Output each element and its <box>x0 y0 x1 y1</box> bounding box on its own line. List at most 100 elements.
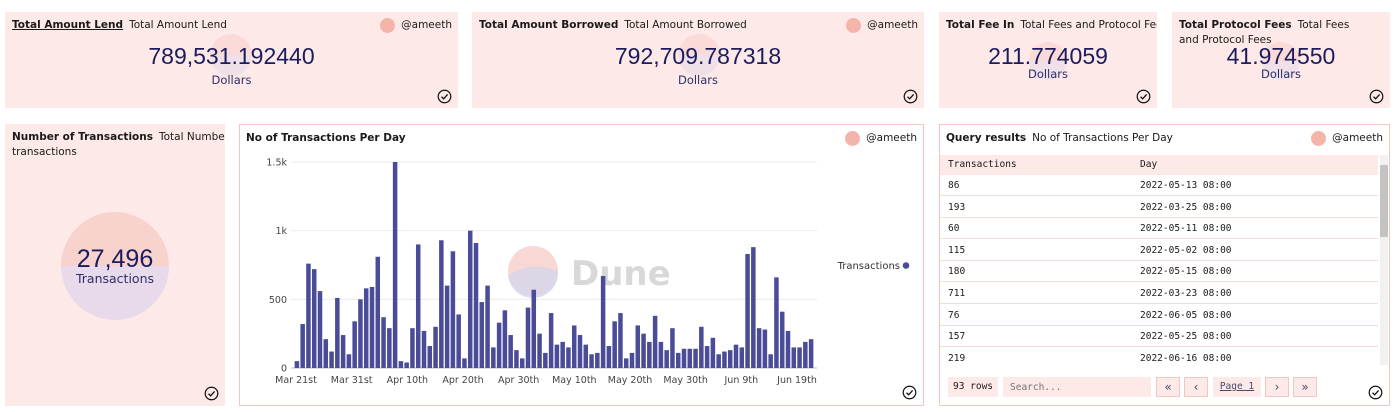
bar[interactable] <box>566 347 571 368</box>
bar[interactable] <box>791 347 797 368</box>
bar[interactable] <box>294 361 300 368</box>
check-circle-icon[interactable] <box>437 89 452 104</box>
bar[interactable] <box>675 352 681 368</box>
bar[interactable] <box>543 352 548 368</box>
next-page-button[interactable]: › <box>1265 377 1289 397</box>
bar[interactable] <box>658 341 664 368</box>
bar[interactable] <box>623 358 629 368</box>
bar[interactable] <box>768 354 773 368</box>
table-row[interactable]: 76 2022-06-05 08:00 <box>940 305 1378 326</box>
bar[interactable] <box>774 277 779 368</box>
bar[interactable] <box>808 339 814 368</box>
bar[interactable] <box>462 358 467 368</box>
bar[interactable] <box>733 344 739 368</box>
legend-label[interactable]: Transactions <box>837 261 900 272</box>
bar[interactable] <box>571 325 577 368</box>
column-header-transactions[interactable]: Transactions <box>948 155 1017 175</box>
table-row[interactable]: 193 2022-03-25 08:00 <box>940 197 1378 218</box>
scrollbar-thumb[interactable] <box>1380 165 1388 237</box>
bar[interactable] <box>358 299 363 368</box>
bar[interactable] <box>537 333 542 368</box>
bar[interactable] <box>727 350 733 368</box>
bar[interactable] <box>375 256 381 368</box>
bar[interactable] <box>329 351 334 368</box>
author-badge[interactable]: @ameeth <box>380 17 452 33</box>
bar[interactable] <box>704 346 710 368</box>
card-title-link[interactable]: Total Protocol Fees <box>1179 19 1292 31</box>
bar[interactable] <box>456 314 461 368</box>
bar[interactable] <box>745 254 750 368</box>
bar[interactable] <box>618 313 623 368</box>
bar[interactable] <box>525 307 531 368</box>
bar[interactable] <box>335 297 340 368</box>
bar[interactable] <box>491 347 496 368</box>
bar[interactable] <box>398 361 404 368</box>
bar[interactable] <box>450 251 456 368</box>
bar[interactable] <box>519 358 525 368</box>
check-circle-icon[interactable] <box>902 385 917 400</box>
bar[interactable] <box>496 322 502 368</box>
bar[interactable] <box>317 291 323 368</box>
check-circle-icon[interactable] <box>204 386 219 401</box>
bar[interactable] <box>577 335 583 368</box>
bar[interactable] <box>421 330 427 368</box>
bar[interactable] <box>693 348 698 368</box>
bar[interactable] <box>363 288 369 368</box>
bar[interactable] <box>710 337 716 368</box>
bar[interactable] <box>612 321 617 368</box>
bar[interactable] <box>779 311 785 368</box>
bar[interactable] <box>785 330 791 368</box>
author-badge[interactable]: @ameeth <box>846 17 918 33</box>
bar[interactable] <box>300 324 305 368</box>
bar[interactable] <box>647 341 652 368</box>
bar[interactable] <box>554 344 560 368</box>
bar[interactable] <box>803 341 808 368</box>
table-row[interactable]: 711 2022-03-23 08:00 <box>940 283 1378 304</box>
bar[interactable] <box>502 310 508 368</box>
table-row[interactable]: 219 2022-06-16 08:00 <box>940 348 1378 369</box>
table-scrollbar[interactable] <box>1380 155 1388 365</box>
bar[interactable] <box>485 285 490 368</box>
table-row[interactable]: 86 2022-05-13 08:00 <box>940 175 1378 196</box>
bar[interactable] <box>508 335 513 368</box>
bar[interactable] <box>479 302 485 368</box>
bar[interactable] <box>681 348 687 368</box>
card-title-link[interactable]: Total Fee In <box>946 19 1014 31</box>
bar[interactable] <box>439 240 444 368</box>
bar[interactable] <box>699 326 704 368</box>
bar[interactable] <box>346 354 352 368</box>
bar[interactable] <box>589 354 594 368</box>
bar[interactable] <box>415 244 421 368</box>
bar[interactable] <box>514 350 519 368</box>
bar[interactable] <box>311 269 317 368</box>
last-page-button[interactable]: » <box>1293 377 1317 397</box>
bar[interactable] <box>751 247 756 368</box>
bar[interactable] <box>687 348 693 368</box>
table-row[interactable]: 115 2022-05-02 08:00 <box>940 240 1378 261</box>
column-header-day[interactable]: Day <box>1140 155 1157 175</box>
chart-legend[interactable]: Transactions <box>837 261 910 272</box>
bar[interactable] <box>739 347 745 368</box>
search-input[interactable] <box>1003 377 1151 397</box>
table-row[interactable]: 180 2022-05-15 08:00 <box>940 261 1378 283</box>
check-circle-icon[interactable] <box>1369 89 1384 104</box>
bar[interactable] <box>762 329 768 368</box>
bar[interactable] <box>444 285 450 368</box>
first-page-button[interactable]: « <box>1156 377 1180 397</box>
bar[interactable] <box>635 325 641 368</box>
bar[interactable] <box>629 352 635 368</box>
bar[interactable] <box>369 286 375 368</box>
bar[interactable] <box>722 351 727 368</box>
card-title-link[interactable]: Total Amount Lend <box>12 19 123 31</box>
bar[interactable] <box>595 352 600 368</box>
bar[interactable] <box>404 362 409 368</box>
bar[interactable] <box>641 333 646 368</box>
bar[interactable] <box>756 328 762 368</box>
bar[interactable] <box>716 354 721 368</box>
bar[interactable] <box>323 339 329 368</box>
page-indicator[interactable]: Page 1 <box>1213 377 1261 397</box>
bar[interactable] <box>467 230 473 368</box>
bar[interactable] <box>664 350 669 368</box>
bar[interactable] <box>473 243 479 368</box>
check-circle-icon[interactable] <box>1368 385 1383 400</box>
